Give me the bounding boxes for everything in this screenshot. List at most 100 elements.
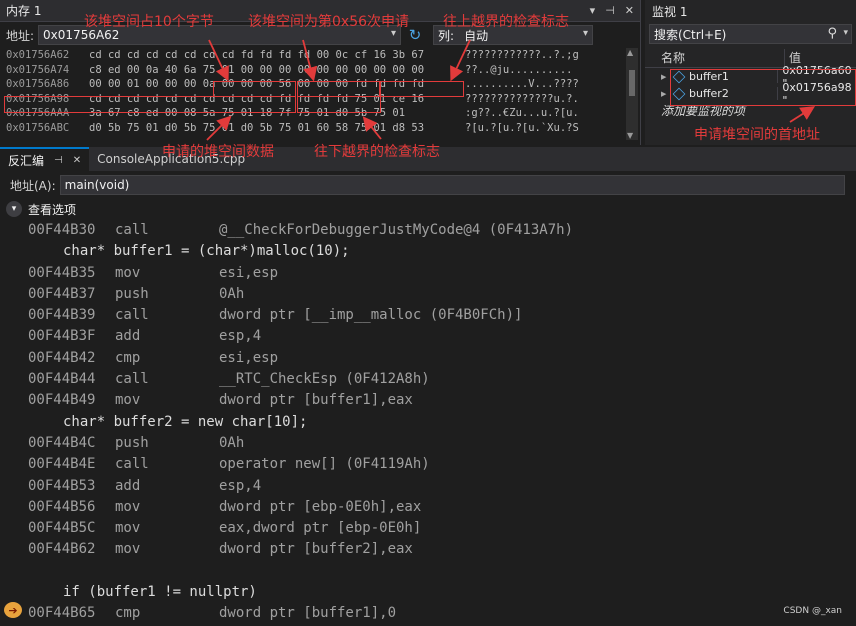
scroll-down-icon[interactable]: ▼ bbox=[627, 131, 633, 140]
asm-line[interactable]: 00F44B4E call operator new[] (0F4119Ah) bbox=[28, 454, 828, 475]
asm-line[interactable]: 00F44B5C mov eax,dword ptr [ebp-0E0h] bbox=[28, 518, 828, 539]
asm-address: 00F44B30 bbox=[28, 222, 96, 238]
asm-line[interactable]: 00F44B56 mov dword ptr [ebp-0E0h],eax bbox=[28, 497, 828, 518]
asm-address: 00F44B5C bbox=[28, 520, 96, 537]
asm-operands: 0Ah bbox=[219, 434, 245, 451]
watch-col-name[interactable]: 名称 bbox=[645, 49, 785, 66]
memory-row: 0x01756A62 cd cd cd cd cd cd cd cd fd fd … bbox=[6, 48, 624, 63]
memory-row-ascii: :g??..€Zu...u.?[u. bbox=[465, 107, 579, 119]
view-options-label: 查看选项 bbox=[28, 202, 77, 217]
asm-mnemonic: push bbox=[115, 285, 149, 302]
memory-row-hex: c8 ed 00 0a 40 6a 75 01 00 00 00 00 00 0… bbox=[89, 63, 425, 76]
asm-address: 00F44B49 bbox=[28, 392, 96, 409]
view-options[interactable]: ▾ 查看选项 bbox=[6, 199, 76, 219]
close-icon[interactable]: ✕ bbox=[625, 4, 634, 17]
asm-address: 00F44B62 bbox=[28, 541, 96, 558]
watch-search-input[interactable]: 搜索(Ctrl+E) ⚲ ▾ bbox=[649, 24, 852, 44]
tab-disassembly[interactable]: 反汇编 ⊣ ✕ bbox=[0, 147, 90, 171]
asm-line[interactable]: 00F44B62 mov dword ptr [buffer2],eax bbox=[28, 539, 828, 560]
asm-line[interactable]: 00F44B37 push 0Ah bbox=[28, 284, 828, 305]
annotation-box-watch bbox=[670, 69, 856, 106]
asm-mnemonic: mov bbox=[115, 392, 141, 409]
expand-icon[interactable]: ▶ bbox=[661, 90, 669, 98]
expand-icon[interactable]: ▶ bbox=[661, 73, 669, 81]
memory-row-address: 0x01756A74 bbox=[6, 63, 70, 76]
asm-mnemonic: call bbox=[115, 371, 149, 388]
asm-operands: 0Ah bbox=[219, 285, 245, 302]
memory-row-hex: d0 5b 75 01 d0 5b 75 01 d0 5b 75 01 60 5… bbox=[89, 121, 425, 134]
watermark: CSDN @_xan bbox=[783, 606, 842, 616]
source-line[interactable]: if (buffer1 != nullptr) bbox=[28, 582, 828, 603]
asm-address: 00F44B65 bbox=[28, 605, 96, 622]
asm-mnemonic: call bbox=[115, 307, 149, 324]
asm-operands: esi,esp bbox=[219, 264, 279, 281]
asm-mnemonic: cmp bbox=[115, 605, 141, 622]
annotation-box-upper-guard bbox=[380, 81, 464, 97]
asm-line[interactable]: 00F44B39 call dword ptr [__imp__malloc (0F… bbox=[28, 305, 828, 326]
asm-operands: esp,4 bbox=[219, 477, 262, 494]
disasm-address-label: 地址(A): bbox=[10, 178, 56, 193]
asm-mnemonic: mov bbox=[115, 520, 141, 537]
asm-operands: dword ptr [__imp__malloc (0F4B0FCh)] bbox=[219, 307, 523, 324]
scroll-up-icon[interactable]: ▲ bbox=[627, 48, 633, 57]
annotation-data: 申请的堆空间数据 bbox=[162, 144, 274, 160]
disassembly-code: 00F44B30 call @__CheckForDebuggerJustMyCod… bbox=[28, 220, 828, 625]
asm-operands: @__CheckForDebuggerJustMyCode@4 (0F413A7… bbox=[219, 222, 574, 238]
memory-row: 0x01756ABC d0 5b 75 01 d0 5b 75 01 d0 5b … bbox=[6, 121, 624, 136]
source-line[interactable]: char* buffer2 = new char[10]; bbox=[28, 412, 828, 433]
asm-operands: dword ptr [buffer1],eax bbox=[219, 392, 413, 409]
asm-address: 00F44B44 bbox=[28, 371, 96, 388]
memory-row-hex: cd cd cd cd cd cd cd cd fd fd fd fd 00 0… bbox=[89, 49, 425, 61]
scrollbar-thumb[interactable] bbox=[629, 70, 635, 96]
current-instruction-arrow-icon: ➔ bbox=[4, 602, 22, 618]
dropdown-icon[interactable]: ▾ bbox=[590, 4, 596, 17]
asm-operands: dword ptr [buffer1],0 bbox=[219, 605, 397, 622]
asm-line[interactable]: 00F44B49 mov dword ptr [buffer1],eax bbox=[28, 390, 828, 411]
asm-line[interactable]: 00F44B4C push 0Ah bbox=[28, 433, 828, 454]
annotation-box-alloc-number bbox=[297, 81, 380, 97]
asm-line[interactable]: 00F44B35 mov esi,esp bbox=[28, 263, 828, 284]
asm-address: 00F44B53 bbox=[28, 477, 96, 494]
asm-line[interactable]: 00F44B42 cmp esi,esp bbox=[28, 348, 828, 369]
asm-line[interactable]: 00F44B3F add esp,4 bbox=[28, 326, 828, 347]
memory-row-ascii: ????????????..?.;g bbox=[465, 49, 579, 61]
disasm-address-bar: 地址(A): main(void) bbox=[0, 173, 856, 197]
watch-title: 监视 1 bbox=[652, 4, 688, 19]
annotation-heap-address: 申请堆空间的首地址 bbox=[694, 127, 820, 143]
tab-disassembly-label: 反汇编 bbox=[8, 153, 45, 168]
asm-mnemonic: mov bbox=[115, 264, 141, 281]
chevron-down-icon[interactable]: ▾ bbox=[843, 28, 848, 38]
asm-operands: operator new[] (0F4119Ah) bbox=[219, 456, 430, 473]
asm-operands: __RTC_CheckEsp (0F412A8h) bbox=[219, 371, 430, 388]
asm-mnemonic: call bbox=[115, 222, 149, 238]
asm-address: 00F44B35 bbox=[28, 264, 96, 281]
close-icon[interactable]: ✕ bbox=[73, 155, 81, 166]
annotation-box-data bbox=[4, 96, 296, 113]
asm-mnemonic: mov bbox=[115, 541, 141, 558]
memory-row-address: 0x01756A62 bbox=[6, 49, 70, 61]
disasm-address-input[interactable]: main(void) bbox=[59, 175, 845, 195]
pin-icon[interactable]: ⊣ bbox=[54, 155, 63, 166]
memory-row-ascii: ??????????????u.?. bbox=[465, 92, 579, 105]
watch-search-placeholder: 搜索(Ctrl+E) bbox=[654, 27, 727, 42]
asm-address: 00F44B4E bbox=[28, 456, 96, 473]
asm-address: 00F44B56 bbox=[28, 498, 96, 515]
disasm-address-value: main(void) bbox=[64, 178, 130, 192]
search-icon[interactable]: ⚲ bbox=[827, 26, 837, 41]
asm-line[interactable]: 00F44B65 cmp dword ptr [buffer1],0 bbox=[28, 603, 828, 624]
pin-icon[interactable]: ⊣ bbox=[605, 4, 615, 17]
asm-address: 00F44B42 bbox=[28, 349, 96, 366]
address-label: 地址: bbox=[6, 28, 35, 43]
asm-mnemonic: add bbox=[115, 328, 141, 345]
asm-line[interactable]: 00F44B30 call @__CheckForDebuggerJustMyCod… bbox=[28, 220, 828, 241]
memory-row-address: 0x01756ABC bbox=[6, 121, 70, 134]
asm-address: 00F44B3F bbox=[28, 328, 96, 345]
chevron-down-icon[interactable]: ▾ bbox=[6, 201, 22, 217]
chevron-down-icon[interactable]: ▾ bbox=[583, 28, 588, 39]
asm-operands: dword ptr [ebp-0E0h],eax bbox=[219, 498, 422, 515]
asm-line[interactable]: 00F44B44 call __RTC_CheckEsp (0F412A8h) bbox=[28, 369, 828, 390]
memory-row-address: 0x01756A86 bbox=[6, 78, 70, 90]
asm-line[interactable]: 00F44B53 add esp,4 bbox=[28, 476, 828, 497]
source-line[interactable]: char* buffer1 = (char*)malloc(10); bbox=[28, 241, 828, 262]
memory-scrollbar[interactable]: ▲ ▼ bbox=[626, 48, 638, 140]
